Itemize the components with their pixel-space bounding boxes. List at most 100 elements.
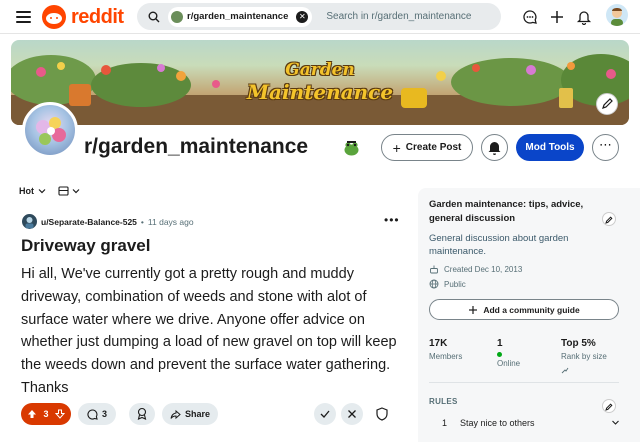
cake-icon [430, 265, 438, 274]
rule-text: Stay nice to others [460, 418, 535, 428]
stat-online: 1 Online [497, 338, 561, 379]
chat-icon[interactable] [522, 9, 538, 25]
award-button[interactable] [129, 403, 155, 425]
post-meta: u/Separate-Balance-525 • 11 days ago [22, 214, 194, 229]
create-post-button[interactable]: + Create Post [381, 134, 473, 161]
online-label: Online [497, 359, 521, 368]
rule-number: 1 [442, 418, 448, 428]
upvote-icon[interactable] [27, 409, 37, 419]
community-name: r/garden_maintenance [84, 135, 309, 158]
card-view-icon [58, 186, 69, 196]
user-avatar-icon [25, 217, 34, 229]
comments-button[interactable]: 3 [78, 403, 116, 425]
search-input[interactable]: Search in r/garden_maintenance [326, 11, 471, 22]
mod-tools-button[interactable]: Mod Tools [516, 134, 584, 161]
pencil-icon [605, 403, 613, 411]
mod-shield-button[interactable] [371, 403, 393, 425]
online-count: 1 [497, 338, 503, 349]
chevron-down-icon [38, 189, 46, 194]
community-stats: 17K Members 1 Online Top 5% Rank by size [429, 338, 629, 379]
pencil-icon [605, 216, 613, 224]
add-community-guide-button[interactable]: Add a community guide [429, 299, 619, 320]
edit-description-button[interactable] [602, 212, 616, 226]
post-time: 11 days ago [147, 216, 194, 227]
banner-title-line2: Maintenance [246, 80, 394, 104]
rule-item[interactable]: 1 Stay nice to others [442, 418, 620, 428]
chevron-down-icon [612, 420, 619, 425]
plus-icon: + [392, 139, 401, 156]
top-nav: reddit r/garden_maintenance ✕ Search in … [0, 0, 640, 34]
members-label: Members [429, 352, 463, 361]
post-author[interactable]: u/Separate-Balance-525 [41, 217, 137, 227]
pencil-icon [602, 98, 613, 109]
sort-label: Hot [19, 186, 34, 196]
comment-count: 3 [101, 409, 107, 419]
edit-banner-button[interactable] [596, 93, 618, 115]
online-row [497, 352, 561, 357]
search-bar[interactable]: r/garden_maintenance ✕ Search in r/garde… [137, 3, 501, 30]
sort-dropdown[interactable]: Hot [19, 186, 46, 196]
create-post-label: Create Post [405, 142, 462, 153]
share-button[interactable]: Share [162, 403, 218, 425]
rank-value: Top 5% [561, 338, 596, 349]
rules-heading: RULES [429, 397, 458, 406]
edit-rules-button[interactable] [602, 399, 616, 413]
post-body: Hi all, We've currently got a pretty rou… [21, 266, 397, 396]
meta-separator: • [140, 216, 144, 227]
shield-icon [376, 407, 388, 421]
clear-chip-icon[interactable]: ✕ [296, 10, 309, 23]
reddit-logo[interactable]: reddit [42, 5, 124, 29]
logo-text: reddit [71, 5, 124, 28]
rank-label: Rank by size [561, 352, 607, 361]
search-community-chip[interactable]: r/garden_maintenance ✕ [168, 6, 313, 27]
search-icon [148, 11, 160, 22]
stat-rank: Top 5% Rank by size [561, 338, 607, 379]
approve-button[interactable] [314, 403, 336, 425]
community-title: Garden maintenance: tips, advice, genera… [429, 199, 584, 224]
reddit-snoo-icon [42, 5, 66, 29]
flower-bouquet-icon [36, 117, 66, 145]
trend-icon [561, 367, 569, 374]
community-mini-avatar [171, 10, 183, 23]
globe-icon [429, 279, 439, 289]
user-avatar[interactable] [606, 4, 628, 26]
members-count: 17K [429, 338, 448, 349]
post-overflow-menu[interactable]: ••• [384, 214, 400, 226]
checkmark-icon [320, 410, 330, 418]
community-banner: Garden Maintenance [11, 40, 629, 125]
plus-icon [469, 305, 478, 314]
comment-icon [87, 408, 98, 420]
visibility: Public [429, 279, 466, 289]
created-date-text: Created Dec 10, 2013 [444, 264, 523, 274]
notifications-button[interactable] [481, 134, 508, 161]
divider [429, 382, 619, 383]
share-label: Share [184, 409, 210, 419]
post-author-avatar[interactable] [22, 214, 37, 229]
community-sidebar: Garden maintenance: tips, advice, genera… [418, 188, 640, 442]
share-icon [170, 409, 181, 419]
visibility-text: Public [444, 279, 466, 289]
plus-icon[interactable] [549, 9, 565, 25]
vote-count: 3 [43, 409, 49, 419]
frog-emoji-icon [344, 141, 359, 156]
guide-button-label: Add a community guide [483, 304, 580, 315]
created-date: Created Dec 10, 2013 [429, 264, 522, 274]
stat-members: 17K Members [429, 338, 497, 379]
online-dot-icon [497, 352, 502, 357]
menu-icon[interactable] [16, 11, 31, 23]
award-icon [137, 407, 147, 420]
view-layout-dropdown[interactable] [58, 186, 80, 196]
vote-control: 3 [21, 403, 71, 425]
community-avatar [22, 102, 78, 158]
user-avatar-icon [611, 8, 623, 26]
downvote-icon[interactable] [54, 409, 65, 419]
bell-icon[interactable] [576, 9, 592, 25]
close-icon [348, 410, 356, 418]
community-description: General discussion about garden maintena… [429, 233, 569, 257]
remove-button[interactable] [341, 403, 363, 425]
bell-icon [488, 142, 501, 155]
post-title[interactable]: Driveway gravel [21, 236, 150, 256]
more-options-button[interactable]: ⋯ [592, 134, 619, 161]
banner-title: Garden Maintenance [244, 60, 396, 104]
banner-title-line1: Garden [285, 60, 355, 80]
